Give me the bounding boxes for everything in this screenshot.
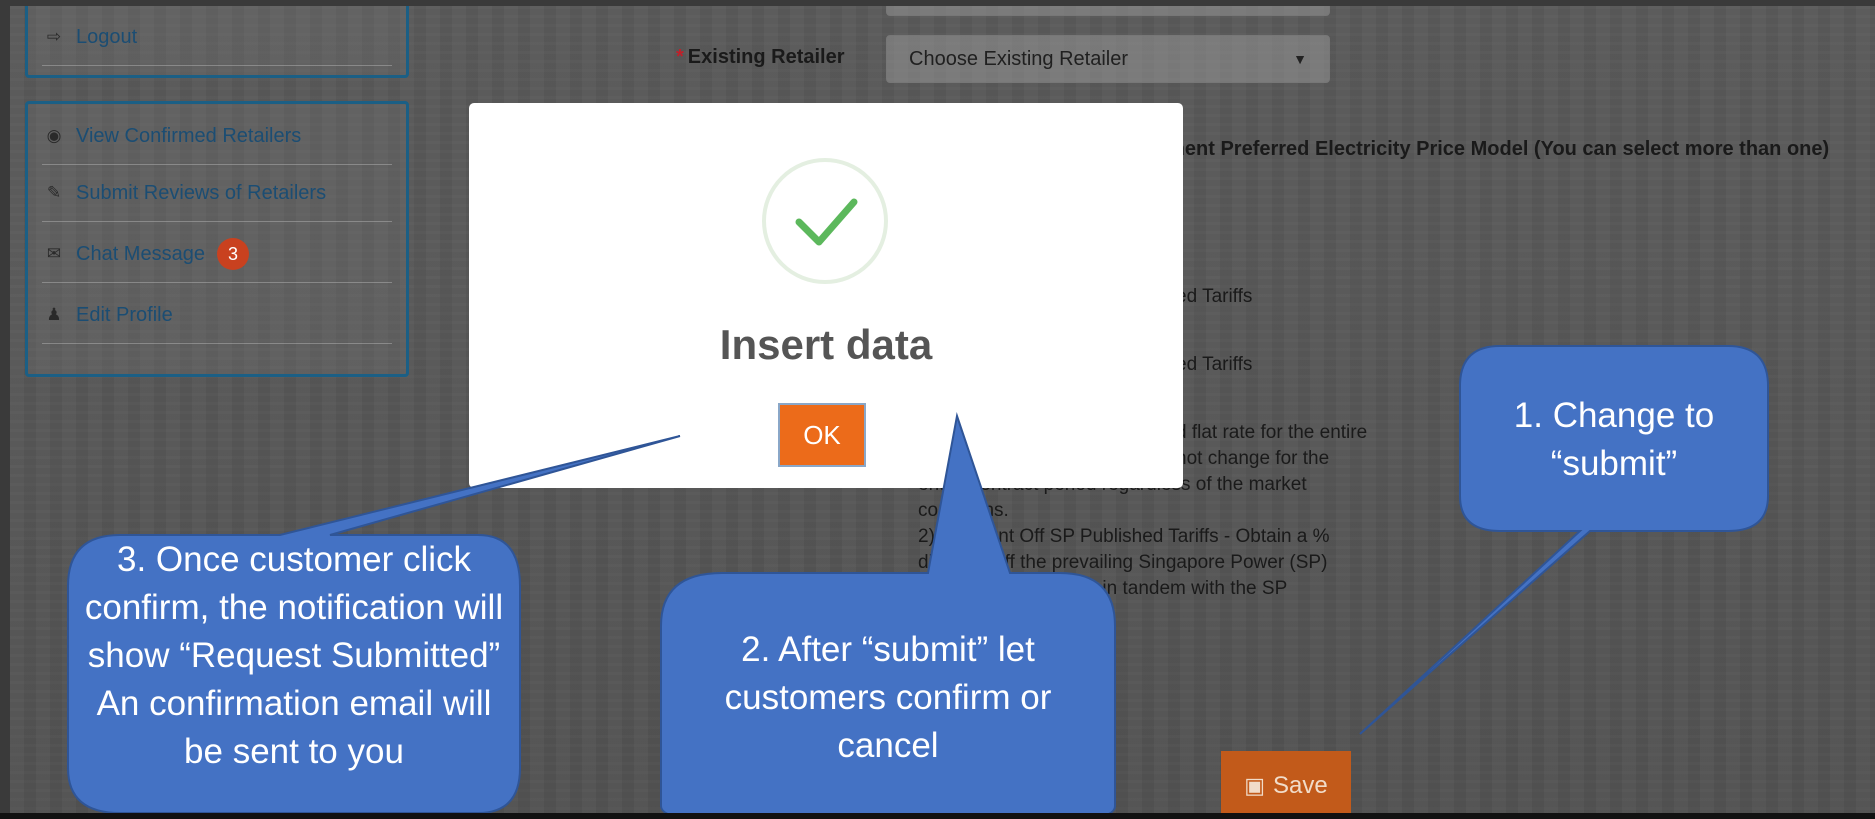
callout-3-text: 3. Once customer click confirm, the noti… (84, 540, 504, 771)
callout-2-text: 2. After “submit” let customers confirm … (724, 630, 1052, 765)
callout-1-text: 1. Change to “submit” (1513, 396, 1715, 483)
app-screen: ⇨ Logout ◉ View Confirmed Retailers ✎ Su… (10, 6, 1875, 819)
bottom-edge (0, 813, 1875, 819)
